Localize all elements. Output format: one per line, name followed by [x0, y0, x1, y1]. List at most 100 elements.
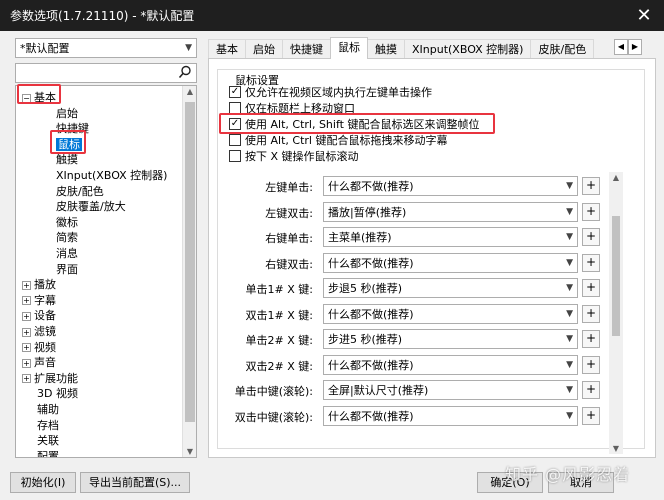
preset-select[interactable]: *默认配置 ▼	[15, 38, 197, 58]
binding-select[interactable]: 什么都不做(推荐) ▼	[323, 252, 578, 273]
initialize-button[interactable]: 初始化(I)	[10, 472, 76, 493]
tree-scroll-thumb[interactable]	[185, 102, 195, 422]
tree-item[interactable]: + 播放	[22, 277, 56, 292]
expand-icon[interactable]: +	[22, 327, 31, 337]
tree-item[interactable]: XInput(XBOX 控制器)	[56, 168, 167, 183]
binding-value: 步进5 秒(推荐)	[328, 333, 403, 346]
binding-select[interactable]: 什么都不做(推荐) ▼	[323, 405, 578, 426]
binding-select[interactable]: 步进5 秒(推荐) ▼	[323, 329, 578, 349]
option-checkbox[interactable]: ✓ 仅允许在视频区域内执行左键单击操作	[229, 84, 432, 99]
scroll-up-icon[interactable]: ▲	[609, 173, 623, 182]
expand-icon[interactable]: +	[22, 358, 31, 368]
tab-5[interactable]: XInput(XBOX 控制器)	[404, 39, 532, 59]
bindings-scrollbar[interactable]: ▲ ▼	[609, 172, 623, 454]
tab-1[interactable]: 启始	[245, 39, 283, 59]
binding-select[interactable]: 全屏|默认尺寸(推荐) ▼	[323, 380, 578, 400]
checkbox-unchecked-icon[interactable]	[229, 149, 241, 162]
tree-item[interactable]: 3D 视频	[37, 386, 78, 401]
tree-item[interactable]: + 视频	[22, 340, 56, 355]
tree-item[interactable]: 存档	[37, 418, 59, 433]
search-icon[interactable]	[178, 65, 192, 83]
add-binding-button[interactable]: +	[582, 304, 600, 323]
highlight-box-alt-ctrl-shift	[219, 113, 495, 134]
add-binding-button[interactable]: +	[582, 253, 600, 272]
chevron-down-icon: ▼	[566, 206, 573, 217]
option-label: 按下 X 键操作鼠标滚动	[245, 149, 359, 163]
tree-item[interactable]: 徽标	[56, 215, 78, 230]
bindings-scroll-thumb[interactable]	[612, 216, 620, 336]
binding-label: 左键双击:	[265, 206, 313, 220]
scroll-down-icon[interactable]: ▼	[609, 444, 623, 453]
expand-icon[interactable]: +	[22, 280, 31, 290]
tree-item[interactable]: 消息	[56, 246, 78, 261]
binding-row: 双击中键(滚轮): 什么都不做(推荐) ▼ +	[218, 405, 608, 426]
expand-icon[interactable]: +	[22, 296, 31, 306]
checkbox-checked-icon[interactable]: ✓	[229, 85, 241, 98]
option-checkbox[interactable]: 使用 Alt, Ctrl 键配合鼠标拖拽来移动字幕	[229, 132, 447, 147]
tab-3[interactable]: 鼠标	[330, 37, 368, 59]
tree-item[interactable]: 启始	[56, 106, 78, 121]
tree-item[interactable]: + 声音	[22, 355, 56, 370]
tree-item-label: 声音	[34, 356, 56, 370]
tab-0[interactable]: 基本	[208, 39, 246, 59]
tree-item[interactable]: 关联	[37, 433, 59, 448]
binding-row: 左键双击: 播放|暂停(推荐) ▼ +	[218, 201, 608, 222]
settings-tree[interactable]: ▲ ▼ − 基本 启始 快捷键 鼠标 触摸 XInput(XBOX 控制器) 皮肤/配色 皮肤覆…	[15, 85, 197, 458]
binding-row: 单击2# X 键: 步进5 秒(推荐) ▼ +	[218, 329, 608, 349]
tree-item[interactable]: 皮肤/配色	[56, 184, 104, 199]
export-config-button[interactable]: 导出当前配置(S)...	[80, 472, 190, 493]
binding-label: 单击中键(滚轮):	[234, 385, 313, 398]
tree-item[interactable]: + 字幕	[22, 293, 56, 308]
dialog-client: *默认配置 ▼ ▲ ▼ − 基本 启始 快捷键 鼠标 触摸 XInput(XBOX 控制器)…	[0, 31, 664, 500]
search-input[interactable]	[15, 63, 197, 83]
binding-select[interactable]: 什么都不做(推荐) ▼	[323, 176, 578, 196]
tab-scroll-left-icon[interactable]: ◀	[614, 39, 628, 55]
expand-icon[interactable]: +	[22, 374, 31, 384]
tree-item[interactable]: + 滤镜	[22, 324, 56, 339]
tree-scrollbar[interactable]: ▲ ▼	[182, 86, 196, 457]
binding-label: 双击1# X 键:	[245, 308, 313, 322]
tree-item[interactable]: 简索	[56, 230, 78, 245]
binding-value: 什么都不做(推荐)	[328, 180, 414, 193]
tree-item-label: 视频	[34, 340, 56, 354]
add-binding-button[interactable]: +	[582, 330, 600, 348]
expand-icon[interactable]: +	[22, 343, 31, 353]
tab-4[interactable]: 触摸	[367, 39, 405, 59]
tree-item[interactable]: 触摸	[56, 152, 78, 167]
checkbox-unchecked-icon[interactable]	[229, 101, 241, 114]
mouse-bindings: 左键单击: 什么都不做(推荐) ▼ + 左键双击: 播放|暂停(推荐) ▼ + 右键单击: 主菜单…	[218, 173, 608, 453]
tree-item[interactable]: 辅助	[37, 402, 59, 417]
binding-row: 双击1# X 键: 什么都不做(推荐) ▼ +	[218, 303, 608, 324]
option-checkbox[interactable]: 按下 X 键操作鼠标滚动	[229, 148, 359, 163]
binding-value: 全屏|默认尺寸(推荐)	[328, 384, 429, 397]
tree-item[interactable]: 配置	[37, 449, 59, 457]
add-binding-button[interactable]: +	[582, 202, 600, 221]
tree-item-label: 简索	[56, 231, 78, 245]
add-binding-button[interactable]: +	[582, 228, 600, 246]
tab-scroll-right-icon[interactable]: ▶	[628, 39, 642, 55]
scroll-down-icon[interactable]: ▼	[183, 447, 196, 456]
tree-item[interactable]: 界面	[56, 262, 78, 277]
tree-item[interactable]: + 设备	[22, 308, 56, 323]
binding-label: 右键单击:	[265, 232, 313, 245]
tab-6[interactable]: 皮肤/配色	[530, 39, 595, 59]
add-binding-button[interactable]: +	[582, 177, 600, 195]
binding-label: 双击2# X 键:	[245, 359, 313, 373]
binding-select[interactable]: 主菜单(推荐) ▼	[323, 227, 578, 247]
binding-select[interactable]: 什么都不做(推荐) ▼	[323, 303, 578, 324]
add-binding-button[interactable]: +	[582, 355, 600, 374]
close-icon[interactable]: ✕	[624, 0, 664, 31]
scroll-up-icon[interactable]: ▲	[183, 87, 196, 96]
tab-2[interactable]: 快捷键	[282, 39, 331, 59]
binding-select[interactable]: 什么都不做(推荐) ▼	[323, 354, 578, 375]
add-binding-button[interactable]: +	[582, 406, 600, 425]
add-binding-button[interactable]: +	[582, 279, 600, 297]
binding-select[interactable]: 播放|暂停(推荐) ▼	[323, 201, 578, 222]
binding-select[interactable]: 步退5 秒(推荐) ▼	[323, 278, 578, 298]
expand-icon[interactable]: +	[22, 311, 31, 321]
tree-item[interactable]: + 扩展功能	[22, 371, 78, 386]
chevron-down-icon: ▼	[566, 385, 573, 395]
tree-item[interactable]: 皮肤覆盖/放大	[56, 199, 126, 214]
checkbox-unchecked-icon[interactable]	[229, 133, 241, 146]
add-binding-button[interactable]: +	[582, 381, 600, 399]
